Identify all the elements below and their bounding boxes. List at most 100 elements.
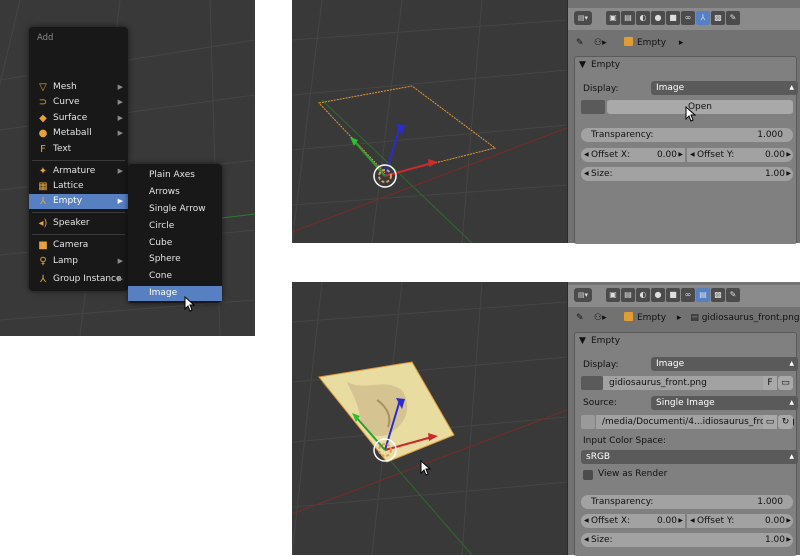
submenu-item-label: Sphere bbox=[149, 254, 181, 264]
submenu-arrow-icon: ▶ bbox=[117, 114, 123, 122]
decrement-icon[interactable]: ◀ bbox=[584, 514, 589, 528]
decrement-icon[interactable]: ◀ bbox=[584, 533, 589, 547]
menu-item-metaball[interactable]: ● Metaball ▶ bbox=[29, 126, 128, 141]
scene-tab-icon[interactable]: ◐ bbox=[636, 11, 650, 25]
submenu-item-image[interactable]: Image bbox=[128, 286, 222, 301]
editor-type-icon[interactable]: ▤▾ bbox=[574, 11, 592, 25]
layers-tab-icon[interactable]: ▤ bbox=[621, 11, 635, 25]
physics-tab-icon[interactable]: ✎ bbox=[726, 11, 740, 25]
fake-user-button[interactable]: F bbox=[763, 376, 777, 390]
display-dropdown[interactable]: Image ▲ bbox=[651, 357, 798, 371]
menu-item-camera[interactable]: ■ Camera bbox=[29, 238, 128, 253]
image-name-field[interactable]: gidiosaurus_front.png bbox=[603, 376, 767, 390]
image-browse-icon[interactable] bbox=[581, 376, 603, 390]
increment-icon[interactable]: ▶ bbox=[678, 148, 683, 162]
increment-icon[interactable]: ▶ bbox=[786, 167, 791, 181]
menu-item-armature[interactable]: ✦ Armature ▶ bbox=[29, 164, 128, 179]
menu-item-mesh[interactable]: ▽ Mesh ▶ bbox=[29, 80, 128, 95]
empty-data-tab-icon[interactable]: ⅄ bbox=[696, 11, 710, 25]
submenu-item-sphere[interactable]: Sphere bbox=[128, 252, 222, 267]
size-field[interactable]: ◀ Size: 1.00 ▶ bbox=[581, 533, 793, 547]
world-tab-icon[interactable]: ● bbox=[651, 288, 665, 302]
panel-title[interactable]: Empty bbox=[591, 60, 620, 70]
panel-title[interactable]: Empty bbox=[591, 336, 620, 346]
render-tab-icon[interactable]: ▣ bbox=[606, 11, 620, 25]
submenu-item-single-arrow[interactable]: Single Arrow bbox=[128, 202, 222, 217]
size-field[interactable]: ◀ Size: 1.00 ▶ bbox=[581, 167, 793, 181]
increment-icon[interactable]: ▶ bbox=[786, 148, 791, 162]
increment-icon[interactable]: ▶ bbox=[786, 514, 791, 528]
viewport-top[interactable] bbox=[292, 0, 567, 243]
pin-icon[interactable]: ✎ bbox=[576, 309, 584, 327]
filepath-field[interactable]: /media/Documenti/4...idiosaurus_front.pn… bbox=[596, 415, 795, 429]
menu-item-label: Mesh bbox=[53, 82, 77, 92]
offset-y-field[interactable]: ◀ Offset Y: 0.00 ▶ bbox=[687, 148, 793, 162]
curve-icon: ⊃ bbox=[38, 97, 48, 108]
object-tab-icon[interactable]: ■ bbox=[666, 288, 680, 302]
transparency-label: Transparency: bbox=[591, 130, 654, 140]
transparency-slider[interactable]: Transparency: 1.000 bbox=[581, 495, 793, 509]
texture-tab-icon[interactable]: ▩ bbox=[711, 11, 725, 25]
increment-icon[interactable]: ▶ bbox=[678, 514, 683, 528]
submenu-item-cone[interactable]: Cone bbox=[128, 269, 222, 284]
transparency-slider[interactable]: Transparency: 1.000 bbox=[581, 128, 793, 142]
metaball-icon: ● bbox=[38, 128, 48, 139]
offset-x-field[interactable]: ◀ Offset X: 0.00 ▶ bbox=[581, 148, 685, 162]
pack-icon[interactable] bbox=[581, 415, 595, 429]
menu-item-speaker[interactable]: ◂) Speaker bbox=[29, 216, 128, 231]
panel-collapse-icon[interactable]: ▼ bbox=[579, 60, 586, 70]
submenu-item-arrows[interactable]: Arrows bbox=[128, 185, 222, 200]
open-button[interactable]: Open bbox=[607, 100, 793, 114]
menu-item-lattice[interactable]: ▦ Lattice bbox=[29, 179, 128, 194]
image-data-tab-icon[interactable]: ▤ bbox=[696, 288, 710, 302]
open-folder-icon[interactable]: ▭ bbox=[778, 376, 793, 390]
view-as-render-checkbox[interactable] bbox=[583, 470, 593, 480]
decrement-icon[interactable]: ◀ bbox=[690, 514, 695, 528]
submenu-arrow-icon: ▶ bbox=[117, 275, 123, 283]
menu-item-surface[interactable]: ◆ Surface ▶ bbox=[29, 111, 128, 126]
submenu-item-label: Circle bbox=[149, 221, 175, 231]
offset-x-label: Offset X: bbox=[591, 150, 631, 160]
pin-icon[interactable]: ✎ bbox=[576, 34, 584, 52]
texture-tab-icon[interactable]: ▩ bbox=[711, 288, 725, 302]
viewport-left[interactable]: Add ▽ Mesh ▶ ⊃ Curve ▶ ◆ Surface ▶ ● Met… bbox=[0, 0, 255, 336]
menu-item-text[interactable]: F Text bbox=[29, 142, 128, 157]
viewport-bottom[interactable] bbox=[292, 282, 567, 555]
decrement-icon[interactable]: ◀ bbox=[584, 148, 589, 162]
object-tab-icon[interactable]: ■ bbox=[666, 11, 680, 25]
browse-folder-icon[interactable]: ▭ bbox=[763, 415, 777, 429]
source-dropdown[interactable]: Single Image ▲ bbox=[651, 396, 798, 410]
menu-item-empty[interactable]: ⅄ Empty ▶ bbox=[29, 194, 128, 209]
submenu-item-circle[interactable]: Circle bbox=[128, 219, 222, 234]
object-icon: ⚇▸ bbox=[594, 313, 607, 323]
world-tab-icon[interactable]: ● bbox=[651, 11, 665, 25]
menu-separator bbox=[32, 212, 125, 213]
submenu-item-label: Image bbox=[149, 288, 178, 298]
menu-item-curve[interactable]: ⊃ Curve ▶ bbox=[29, 95, 128, 110]
physics-tab-icon[interactable]: ✎ bbox=[726, 288, 740, 302]
display-dropdown[interactable]: Image ▲ bbox=[651, 81, 798, 95]
image-browse-icon[interactable] bbox=[581, 100, 605, 114]
color-space-dropdown[interactable]: sRGB ▲ bbox=[581, 450, 798, 464]
layers-tab-icon[interactable]: ▤ bbox=[621, 288, 635, 302]
decrement-icon[interactable]: ◀ bbox=[584, 167, 589, 181]
reload-icon[interactable]: ↻ bbox=[778, 415, 793, 429]
fake-user-label: F bbox=[767, 378, 773, 388]
mouse-cursor-icon bbox=[420, 460, 432, 476]
offset-x-field[interactable]: ◀ Offset X: 0.00 ▶ bbox=[581, 514, 685, 528]
submenu-item-plain-axes[interactable]: Plain Axes bbox=[128, 168, 222, 183]
menu-item-lamp[interactable]: ♀ Lamp ▶ bbox=[29, 254, 128, 269]
offset-y-field[interactable]: ◀ Offset Y: 0.00 ▶ bbox=[687, 514, 793, 528]
decrement-icon[interactable]: ◀ bbox=[690, 148, 695, 162]
submenu-item-cube[interactable]: Cube bbox=[128, 236, 222, 251]
render-tab-icon[interactable]: ▣ bbox=[606, 288, 620, 302]
constraints-tab-icon[interactable]: ∞ bbox=[681, 11, 695, 25]
menu-item-group-instance[interactable]: ⅄ Group Instance ▶ bbox=[29, 272, 128, 287]
editor-type-icon[interactable]: ▤▾ bbox=[574, 288, 592, 302]
increment-icon[interactable]: ▶ bbox=[786, 533, 791, 547]
constraints-tab-icon[interactable]: ∞ bbox=[681, 288, 695, 302]
offset-x-value: 0.00 bbox=[656, 150, 677, 160]
scene-tab-icon[interactable]: ◐ bbox=[636, 288, 650, 302]
mouse-cursor-icon bbox=[685, 106, 697, 122]
panel-collapse-icon[interactable]: ▼ bbox=[579, 336, 586, 346]
